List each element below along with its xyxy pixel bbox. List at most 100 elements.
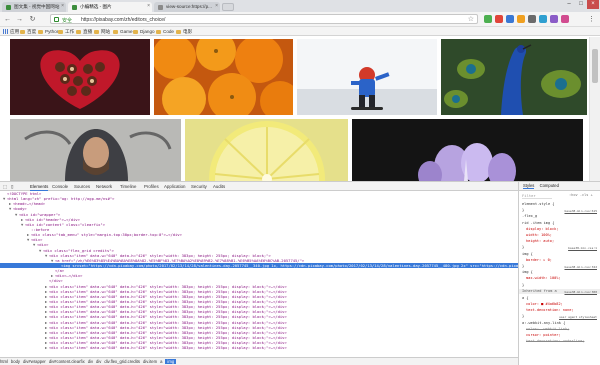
address-bar[interactable]: 安全 https://pixabay.com/zh/editors_choice… bbox=[50, 14, 478, 24]
bookmark-star-icon[interactable]: ☆ bbox=[468, 15, 474, 23]
photo-oranges[interactable] bbox=[154, 39, 293, 115]
css-property-overridden[interactable]: text-decoration: underline; bbox=[526, 339, 584, 345]
devtools-tab-elements[interactable]: Elements bbox=[30, 183, 49, 191]
new-tab-button[interactable] bbox=[222, 3, 234, 11]
extension-icon[interactable] bbox=[495, 15, 503, 23]
maximize-icon[interactable]: □ bbox=[575, 0, 587, 9]
close-window-icon[interactable]: × bbox=[587, 0, 599, 9]
tab-styles[interactable]: Styles bbox=[523, 183, 535, 189]
css-property[interactable]: max-width: 100%; bbox=[526, 276, 561, 282]
devtools-tab-application[interactable]: Application bbox=[164, 183, 185, 191]
devtools-tab-sources[interactable]: Sources bbox=[74, 183, 90, 191]
css-property[interactable]: border: ▸ 0; bbox=[526, 258, 552, 264]
breadcrumb-item[interactable]: div.flex_grid.credits bbox=[104, 359, 140, 364]
bookmark-folder[interactable]: 工作 bbox=[58, 28, 74, 35]
stylesheet-source-link[interactable]: base38.min.css:300 bbox=[564, 290, 597, 296]
devtools-tab-timeline[interactable]: Timeline bbox=[120, 183, 136, 191]
browser-tab-active[interactable]: 小编精选 - 图片 × bbox=[68, 2, 152, 12]
tab-computed[interactable]: Computed bbox=[540, 183, 559, 188]
url-text[interactable]: https://pixabay.com/zh/editors_choice/ bbox=[81, 17, 165, 23]
close-tab-icon[interactable]: × bbox=[215, 3, 218, 9]
tab-title: 小编精选 - 图片 bbox=[80, 4, 112, 9]
devtools-tab-bar: ⬚ ▯ Elements Console Sources Network Tim… bbox=[0, 182, 518, 191]
devtools-panel: ⬚ ▯ Elements Console Sources Network Tim… bbox=[0, 181, 600, 365]
breadcrumb-item[interactable]: body bbox=[11, 359, 20, 364]
breadcrumb-item[interactable]: div bbox=[96, 359, 101, 364]
breadcrumb-item[interactable]: div.item bbox=[143, 359, 157, 364]
photo-crocus-flowers[interactable] bbox=[352, 119, 583, 181]
stylesheet-source-link[interactable]: base38.min.css:1 bbox=[568, 246, 597, 252]
css-property[interactable]: color: ■ #4a6b82; bbox=[526, 302, 563, 308]
browser-tab[interactable]: view-source:https://p... × bbox=[154, 2, 220, 12]
css-selector: a { bbox=[522, 295, 529, 300]
stylesheet-source-link[interactable]: base38.min.css:615 bbox=[564, 209, 597, 215]
styles-tab-bar: Styles Computed bbox=[519, 182, 600, 191]
forward-arrow-icon[interactable]: → bbox=[14, 14, 25, 25]
crocus-flowers-image bbox=[352, 119, 583, 181]
bookmark-folder[interactable]: 百度 bbox=[20, 28, 36, 35]
page-viewport bbox=[0, 37, 589, 181]
css-selector: element.style { bbox=[522, 202, 555, 206]
extension-icon[interactable] bbox=[484, 15, 492, 23]
bookmark-folder[interactable]: Game bbox=[113, 28, 133, 35]
menu-icon[interactable]: ⋮ bbox=[586, 14, 597, 25]
styles-filter-input[interactable]: Filter bbox=[522, 193, 552, 199]
bookmark-apps[interactable]: 应用 bbox=[3, 28, 19, 35]
photo-valentines-heart[interactable] bbox=[10, 39, 150, 115]
css-brace: } bbox=[522, 245, 525, 250]
browser-tab-strip: 图文集 - 视觉中国网站 × 小编精选 - 图片 × view-source:h… bbox=[0, 0, 600, 12]
devtools-tab-profiles[interactable]: Profiles bbox=[144, 183, 159, 191]
devtools-tab-console[interactable]: Console bbox=[52, 183, 68, 191]
extension-icon[interactable] bbox=[561, 15, 569, 23]
extension-icon[interactable] bbox=[506, 15, 514, 23]
bookmark-folder[interactable]: 电影 bbox=[176, 28, 192, 35]
breadcrumb-item[interactable]: div#wrapper bbox=[23, 359, 46, 364]
css-property[interactable]: text-decoration: none; bbox=[526, 308, 574, 314]
scrollbar-thumb[interactable] bbox=[592, 49, 598, 83]
device-toolbar-icon[interactable]: ▯ bbox=[11, 183, 13, 191]
minimize-icon[interactable]: – bbox=[563, 0, 575, 9]
devtools-tab-network[interactable]: Network bbox=[96, 183, 112, 191]
dom-tree[interactable]: <!DOCTYPE html> ▼ <html lang="zh" prefix="… bbox=[0, 191, 518, 357]
bookmark-folder[interactable]: Code bbox=[156, 28, 174, 35]
extension-icon[interactable] bbox=[517, 15, 525, 23]
photo-hooded-man[interactable] bbox=[10, 119, 181, 181]
breadcrumb-item[interactable]: div#content.clearfix bbox=[49, 359, 85, 364]
bookmark-folder[interactable]: 直播 bbox=[76, 28, 92, 35]
stylesheet-source-link[interactable]: user agent stylesheet bbox=[559, 315, 597, 321]
browser-tab[interactable]: 图文集 - 视觉中国网站 × bbox=[2, 2, 66, 12]
breadcrumb-item-selected[interactable]: img bbox=[165, 359, 177, 364]
reload-icon[interactable]: ↻ bbox=[27, 14, 38, 25]
css-property[interactable]: height: auto; bbox=[526, 239, 554, 245]
photo-lemon-slice[interactable] bbox=[185, 119, 348, 181]
devtools-tab-security[interactable]: Security bbox=[191, 183, 207, 191]
stylesheet-source-link[interactable]: base38.min.css:322 bbox=[564, 265, 597, 271]
inspect-element-icon[interactable]: ⬚ bbox=[3, 183, 7, 191]
breadcrumb-item[interactable]: a bbox=[160, 359, 162, 364]
bookmark-folder[interactable]: 网站 bbox=[94, 28, 110, 35]
bookmark-label: Game bbox=[120, 29, 133, 34]
styles-filter-flags[interactable]: :hov .cls + bbox=[569, 193, 593, 199]
css-property[interactable]: width: 100%; bbox=[526, 233, 552, 239]
browser-toolbar: ← → ↻ 安全 https://pixabay.com/zh/editors_… bbox=[0, 12, 600, 27]
photo-snowboarder[interactable] bbox=[297, 39, 437, 115]
bookmark-label: 网站 bbox=[101, 29, 111, 34]
extension-icon[interactable] bbox=[539, 15, 547, 23]
close-tab-icon[interactable]: × bbox=[61, 3, 64, 9]
dom-node[interactable]: ▶ <div class="item" data-w="640" data-h="… bbox=[0, 345, 518, 350]
bookmark-folder[interactable]: Python bbox=[38, 28, 59, 35]
css-property-overridden[interactable]: color: -webkit-link; bbox=[526, 327, 569, 333]
back-arrow-icon[interactable]: ← bbox=[2, 14, 13, 25]
page-scrollbar[interactable] bbox=[589, 37, 600, 181]
photo-peacock[interactable] bbox=[441, 39, 587, 115]
close-tab-icon[interactable]: × bbox=[147, 3, 150, 9]
bookmark-folder[interactable]: Django bbox=[133, 28, 155, 35]
breadcrumb-item[interactable]: div bbox=[88, 359, 93, 364]
css-property[interactable]: display: block; bbox=[526, 227, 558, 233]
devtools-tab-audits[interactable]: Audits bbox=[213, 183, 225, 191]
css-property[interactable]: cursor: pointer; bbox=[526, 333, 561, 339]
folder-icon bbox=[156, 29, 161, 34]
breadcrumb-item[interactable]: html bbox=[0, 359, 8, 364]
extension-icon[interactable] bbox=[528, 15, 536, 23]
extension-icon[interactable] bbox=[550, 15, 558, 23]
